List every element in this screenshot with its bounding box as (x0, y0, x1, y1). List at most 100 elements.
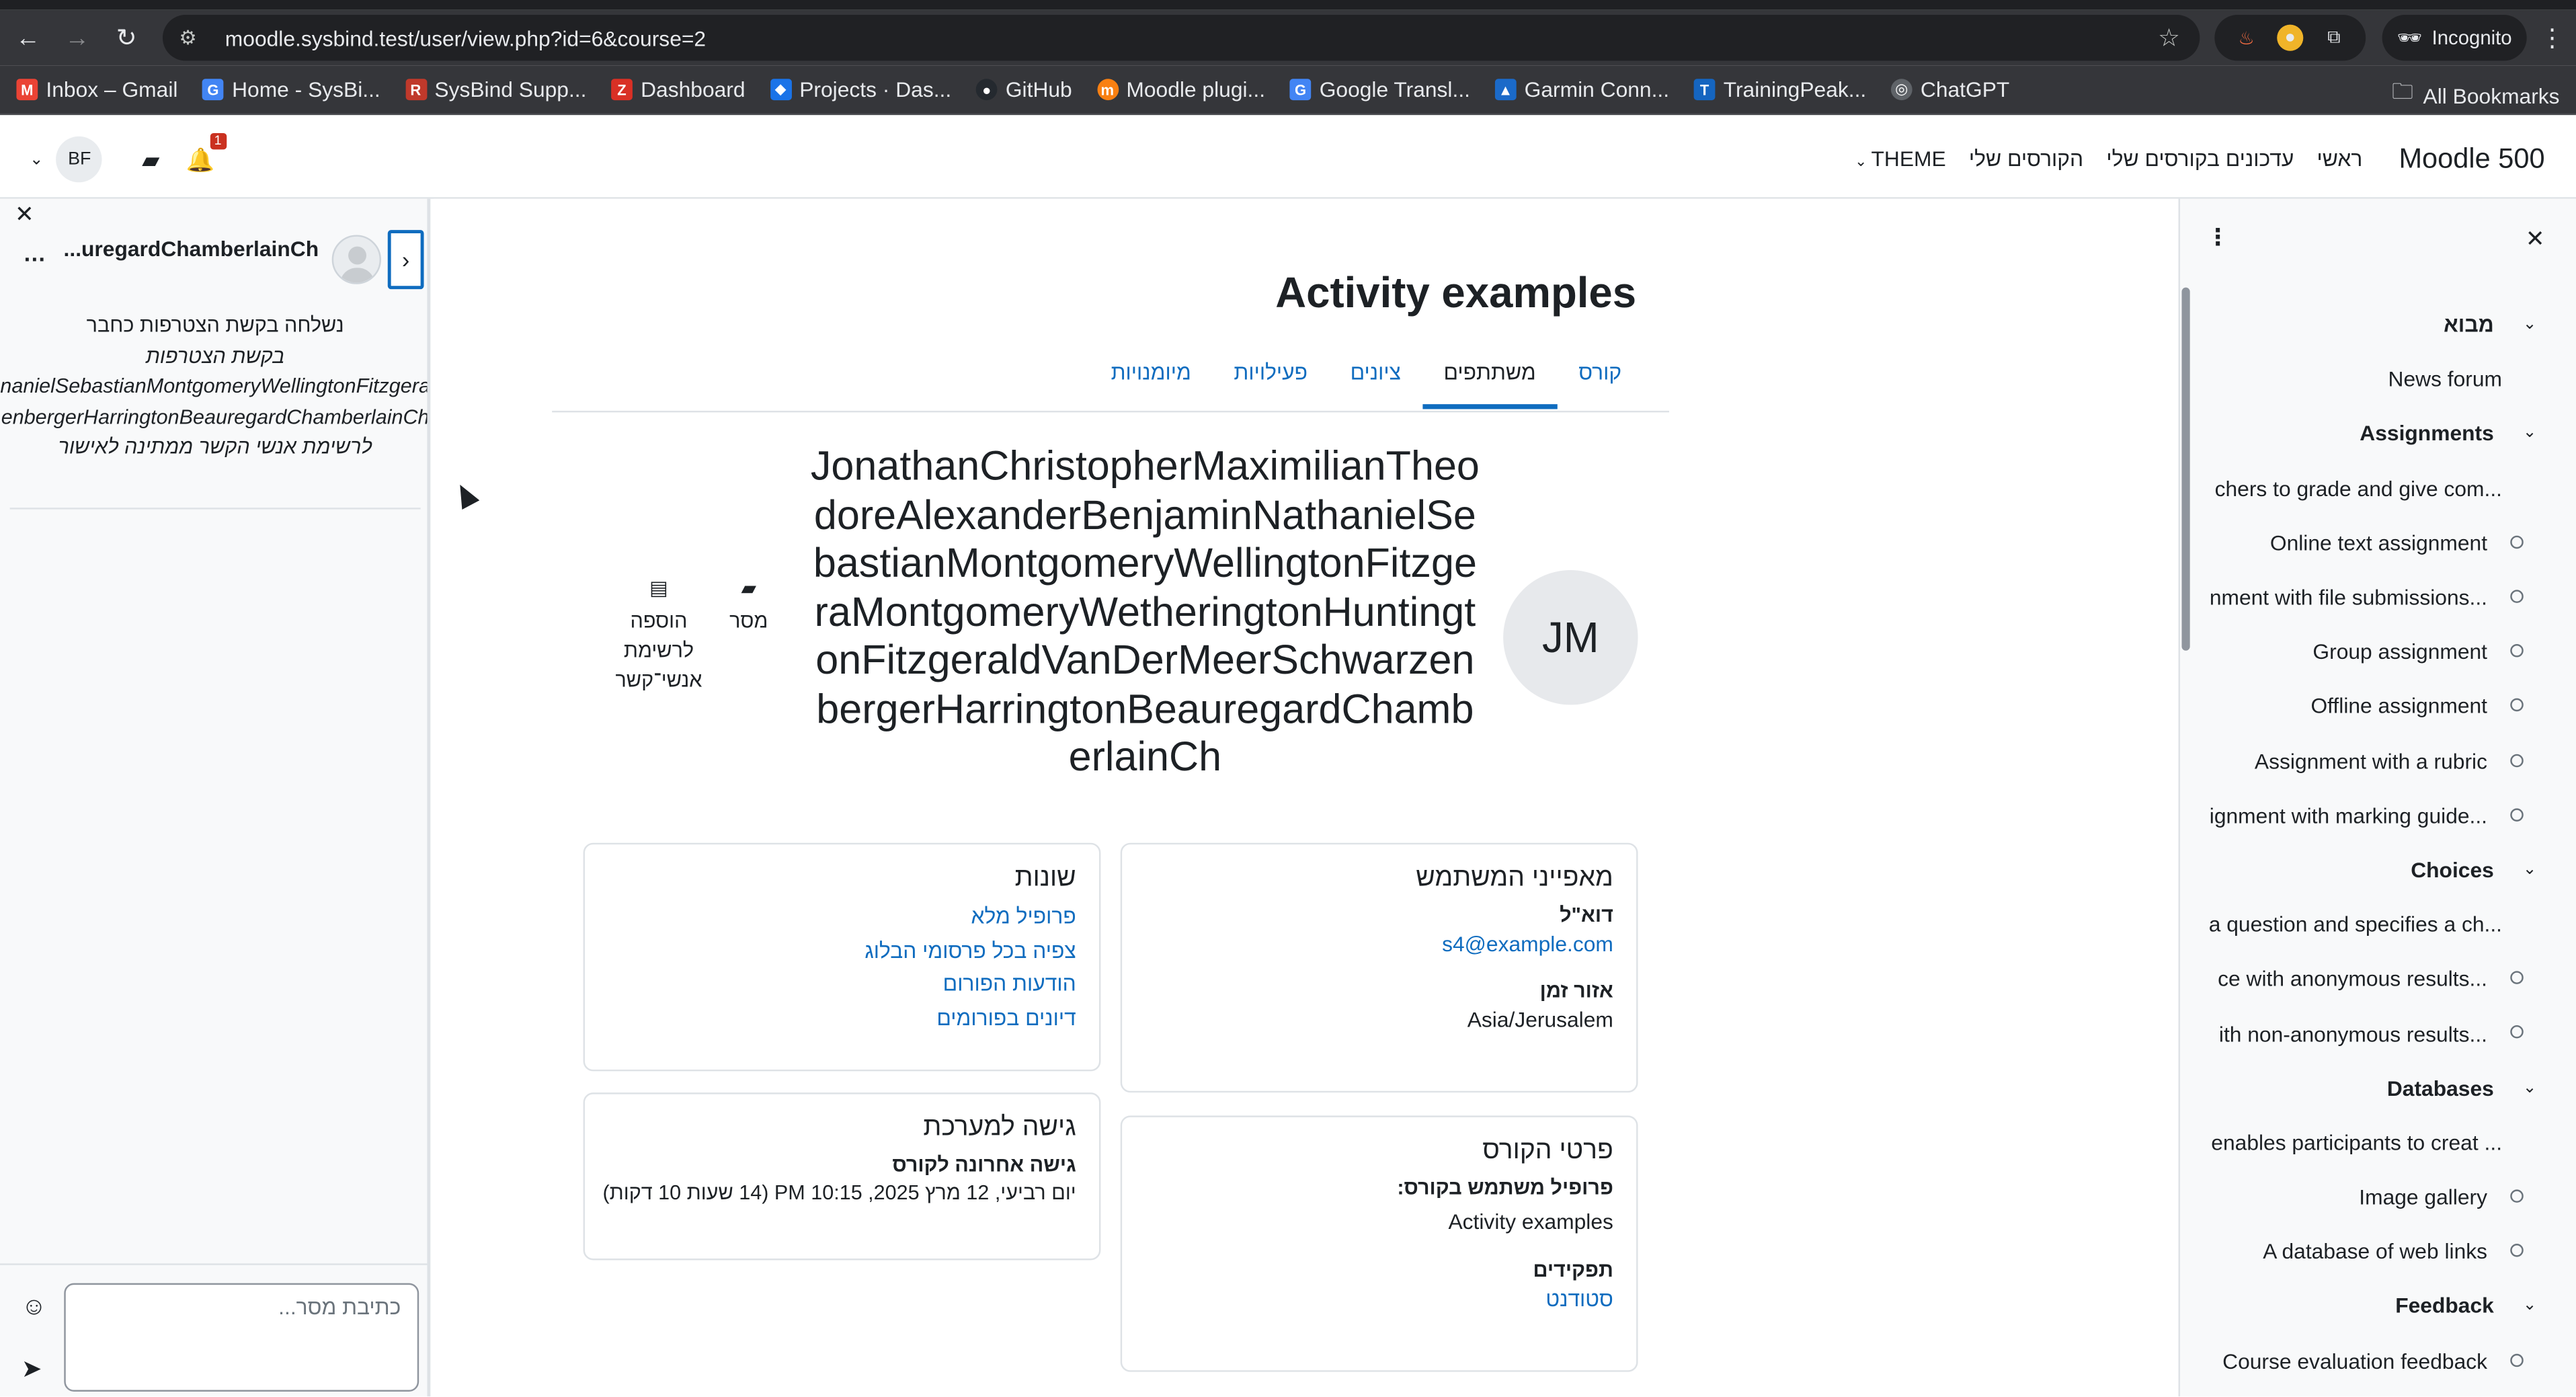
url-text[interactable]: moodle.sysbind.test/user/view.php?id=6&c… (225, 26, 706, 50)
course-profiles-label: פרופיל משתמש בקורס: (1397, 1176, 1613, 1200)
item-title: ...ignment with marking guide (2209, 803, 2488, 828)
completion-circle-icon (2510, 644, 2524, 657)
forum-posts-link[interactable]: הודעות הפורום (608, 971, 1076, 996)
bookmark-github[interactable]: ● GitHub (975, 77, 1072, 102)
chevron-down-icon: ⌄ (1854, 153, 1871, 169)
user-menu-area: ⌄ BF ▰ 🔔 1 (30, 132, 227, 183)
scrollbar[interactable] (2181, 287, 2190, 651)
bookmark-projects[interactable]: ◆ Projects · Das... (770, 77, 951, 102)
forum-discussions-link[interactable]: דיונים בפורומים (608, 1004, 1076, 1029)
fire-extension-icon[interactable]: ♨ (2233, 25, 2259, 51)
message-input[interactable] (64, 1283, 419, 1392)
notification-count-badge: 1 (209, 132, 227, 149)
main-content: Activity examples קורס משתתפים ציונים פע… (434, 198, 2179, 1397)
puzzle-extensions-icon[interactable]: ⧉ (2321, 25, 2347, 51)
bookmark-gmail[interactable]: M Inbox – Gmail (16, 77, 177, 102)
redmine-icon: R (405, 79, 427, 101)
chevron-down-icon[interactable]: ⌄ (2523, 1079, 2537, 1097)
course-index-section[interactable]: Assignments ⌄ (2202, 407, 2576, 461)
bookmark-sysbind-support[interactable]: R SysBind Supp... (405, 77, 586, 102)
back-arrow-icon[interactable]: ← (7, 16, 50, 59)
course-secondary-navigation: קורס משתתפים ציונים פעילויות מיומנויות (552, 344, 1669, 413)
profile-header: JM JonathanChristopherMaximilianTheodore… (581, 439, 1643, 834)
google-icon: G (202, 79, 224, 101)
more-options-icon[interactable]: … (23, 240, 46, 266)
send-icon[interactable]: ➤ (22, 1354, 42, 1384)
comment-icon: ▰ (741, 576, 757, 600)
bookmark-chatgpt[interactable]: ◎ ChatGPT (1890, 77, 2009, 102)
incognito-indicator[interactable]: 🕶 Incognito (2382, 14, 2527, 61)
tab-course[interactable]: קורס (1557, 356, 1642, 409)
message-button[interactable]: ▰ מסר (729, 573, 768, 695)
course-index-item[interactable]: Assignment with a rubric (2202, 733, 2576, 788)
tab-participants[interactable]: משתתפים (1422, 356, 1558, 409)
tab-grades[interactable]: ציונים (1329, 356, 1422, 409)
course-index-item[interactable]: ...a question and specifies a ch (2202, 897, 2576, 952)
nav-theme[interactable]: ⌄ THEME (1855, 147, 1946, 171)
blog-entries-link[interactable]: צפיה בכל פרסומי הבלוג (608, 937, 1076, 962)
course-index-section[interactable]: Feedback ⌄ (2202, 1279, 2576, 1333)
tab-competencies[interactable]: מיומנויות (1090, 356, 1213, 409)
incognito-label: Incognito (2431, 26, 2512, 50)
course-index-item[interactable]: Image gallery (2202, 1170, 2576, 1224)
site-info-icon[interactable]: ⚙ (179, 26, 205, 49)
course-index-item[interactable]: ...chers to grade and give com (2202, 461, 2576, 516)
course-index-item[interactable]: News forum (2202, 352, 2576, 406)
address-bar[interactable]: ⚙ moodle.sysbind.test/user/view.php?id=6… (162, 14, 2200, 61)
course-details-card: פרטי הקורס פרופיל משתמש בקורס: Activity … (1120, 1115, 1638, 1372)
bookmark-star-icon[interactable]: ☆ (2158, 23, 2180, 53)
bookmark-trainingpeaks[interactable]: T TrainingPeak... (1693, 77, 1866, 102)
course-index-item[interactable]: Offline assignment (2202, 679, 2576, 733)
browser-menu-icon[interactable]: ⋮ (2540, 23, 2565, 53)
extension-icon[interactable]: ● (2277, 24, 2304, 51)
messages-icon[interactable]: ▰ (142, 145, 159, 173)
course-index-item[interactable]: Course evaluation feedback (2202, 1333, 2576, 1388)
profile-actions: ▤ הוספה לרשימת אנשי־קשר ▰ מסר (611, 573, 768, 695)
nav-home[interactable]: ראשי (2317, 147, 2363, 171)
course-index-item[interactable]: ...ce with anonymous results (2202, 952, 2576, 1006)
close-icon[interactable]: ✕ (2526, 225, 2545, 253)
all-bookmarks[interactable]: 🗀 All Bookmarks (2392, 77, 2560, 114)
course-index-section[interactable]: Databases ⌄ (2202, 1061, 2576, 1115)
bookmark-google-translate[interactable]: G Google Transl... (1289, 77, 1470, 102)
chevron-down-icon[interactable]: ⌄ (2523, 425, 2537, 443)
close-icon[interactable]: ✕ (15, 200, 34, 229)
course-index-item[interactable]: ...ith non-anonymous results (2202, 1006, 2576, 1061)
add-contact-button[interactable]: ▤ הוספה לרשימת אנשי־קשר (611, 573, 707, 695)
course-profiles-value[interactable]: Activity examples (1145, 1209, 1613, 1234)
course-index-section[interactable]: מבוא ⌄ (2202, 297, 2576, 352)
reload-icon[interactable]: ↻ (105, 16, 148, 59)
chevron-down-icon[interactable]: ⌄ (2523, 1297, 2537, 1315)
site-brand[interactable]: Moodle 500 (2399, 143, 2544, 176)
notifications-bell-icon[interactable]: 🔔 1 (186, 132, 227, 173)
forward-arrow-icon[interactable]: → (56, 16, 99, 59)
bookmark-moodle-plugins[interactable]: m Moodle plugi... (1096, 77, 1265, 102)
section-title: Feedback (2395, 1293, 2494, 1319)
course-index-item[interactable]: ...nment with file submissions (2202, 570, 2576, 625)
nav-my-courses[interactable]: הקורסים שלי (1969, 147, 2083, 171)
role-link[interactable]: סטודנט (1145, 1287, 1613, 1312)
course-index-item[interactable]: A database of web links (2202, 1224, 2576, 1279)
kebab-menu-icon[interactable]: ⋮ (2206, 223, 2229, 251)
emoji-icon[interactable]: ☺ (22, 1293, 46, 1321)
course-index-item[interactable]: Group assignment (2202, 625, 2576, 679)
course-index-item[interactable]: ... enables participants to creat (2202, 1115, 2576, 1170)
bookmark-sysbind-home[interactable]: G Home - SysBi... (202, 77, 380, 102)
chevron-down-icon[interactable]: ⌄ (2523, 315, 2537, 333)
full-profile-link[interactable]: פרופיל מלא (608, 904, 1076, 928)
nav-my-courses-updates[interactable]: עדכונים בקורסים שלי (2106, 147, 2294, 171)
bookmark-dashboard[interactable]: Z Dashboard (611, 77, 746, 102)
tab-activities[interactable]: פעילויות (1213, 356, 1329, 409)
course-index-item[interactable]: ...ignment with marking guide (2202, 788, 2576, 842)
course-index-section[interactable]: Choices ⌄ (2202, 842, 2576, 897)
user-menu-chevron-icon[interactable]: ⌄ (30, 151, 44, 169)
user-details-card: מאפייני המשתמש דוא"ל s4@example.com אזור… (1120, 842, 1638, 1093)
chevron-down-icon[interactable]: ⌄ (2523, 861, 2537, 879)
course-index-item[interactable]: Online text assignment (2202, 516, 2576, 570)
chevron-right-icon[interactable]: › (387, 230, 424, 290)
login-activity-card: גישה למערכת גישה אחרונה לקורס יום רביעי,… (583, 1092, 1101, 1261)
course-index-drawer: ⋮ ✕ מבוא ⌄ News forum Assignments ⌄ ...chers … (2178, 198, 2576, 1397)
email-link[interactable]: s4@example.com (1145, 932, 1613, 957)
bookmark-garmin[interactable]: ▲ Garmin Conn... (1494, 77, 1669, 102)
user-avatar[interactable]: BF (56, 136, 103, 183)
